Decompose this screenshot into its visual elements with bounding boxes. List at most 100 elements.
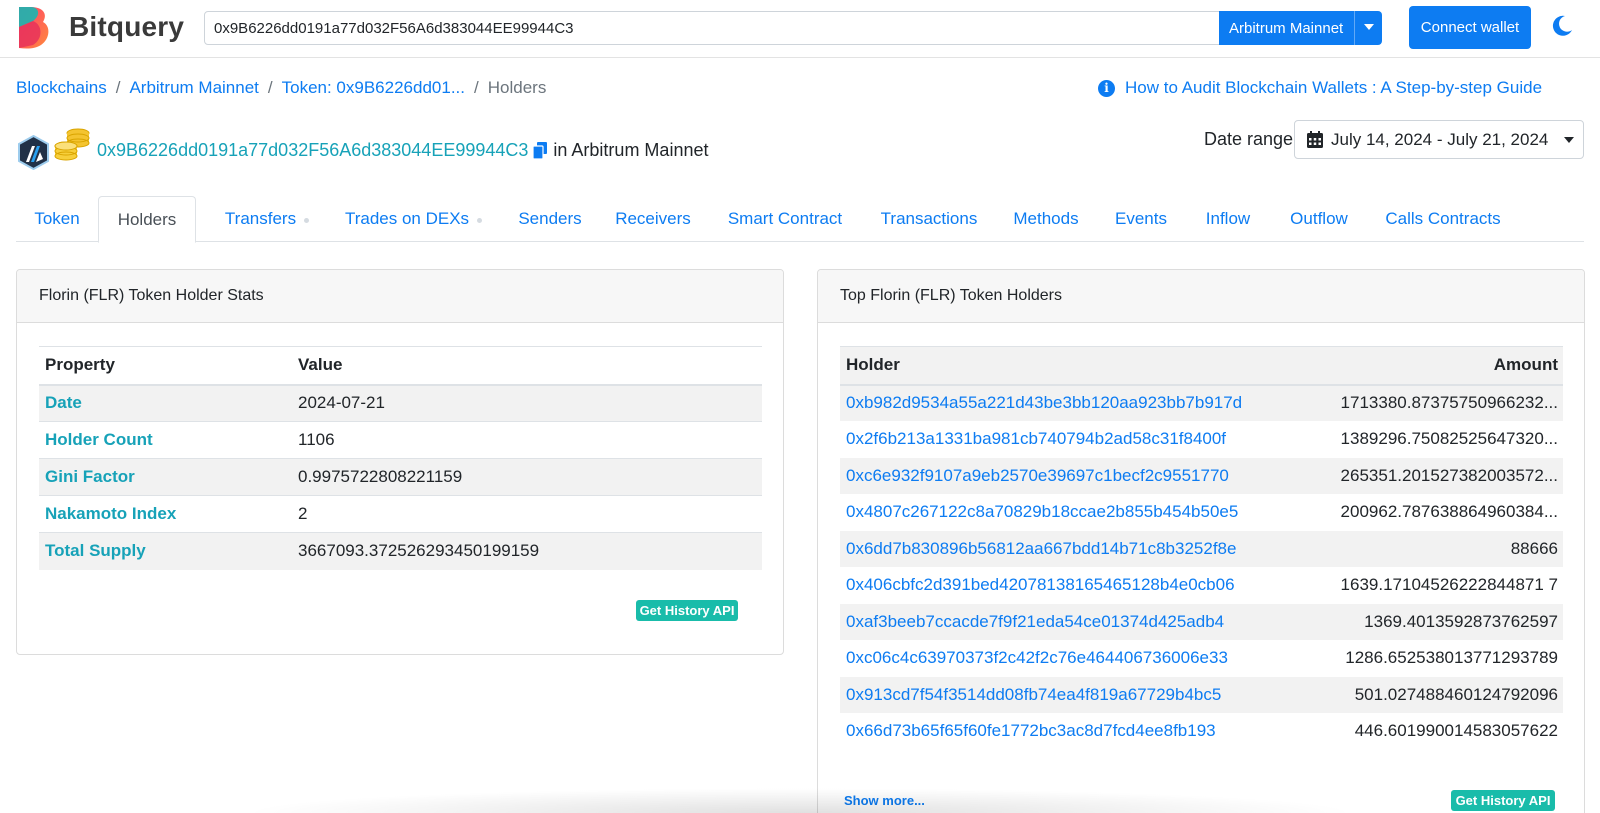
tab-inflow-label: Inflow [1205,209,1251,228]
tab-token-label: Token [34,209,80,228]
table-row: Total Supply 3667093.372526293450199159 [39,532,762,570]
holder-amount: 265351.201527382003572... [1300,457,1563,494]
copy-icon[interactable] [533,142,548,159]
audit-guide-link[interactable]: i How to Audit Blockchain Wallets : A St… [1098,78,1542,98]
table-row: 0x2f6b213a1331ba981cb740794b2ad58c31f840… [840,421,1563,458]
holder-amount: 1286.652538013771293789 [1345,648,1558,668]
table-row: 0x66d73b65f65f60fe1772bc3ac8d7fcd4ee8fb1… [840,713,1563,750]
stat-property[interactable]: Nakamoto Index [39,495,292,533]
tab-senders-label: Senders [518,209,582,228]
tab-outflow-label: Outflow [1290,209,1348,228]
top-holders-title: Top Florin (FLR) Token Holders [818,270,1584,323]
tab-token[interactable]: Token [16,196,98,242]
holder-stats-card: Florin (FLR) Token Holder Stats Property… [16,269,784,655]
tab-bar: Token Holders Transfers Trades on DEXs S… [16,196,1584,243]
holder-amount: 446.601990014583057622 [1354,721,1558,741]
arbitrum-icon [18,135,49,170]
breadcrumb: Blockchains / Arbitrum Mainnet / Token: … [16,78,546,98]
holder-amount: 1389296.75082525647320... [1340,429,1558,449]
tab-holders-label: Holders [117,209,177,229]
caret-down-icon [1564,137,1574,143]
tab-calls-contracts[interactable]: Calls Contracts [1378,196,1508,242]
loading-dot-icon [304,218,310,223]
info-icon: i [1098,79,1115,97]
table-row: Nakamoto Index 2 [39,495,762,533]
breadcrumb-current: Holders [487,78,547,97]
holder-address-link[interactable]: 0xc06c4c63970373f2c42f2c76e464406736006e… [840,640,1300,677]
tab-receivers-label: Receivers [615,209,691,228]
table-row: Holder Count 1106 [39,421,762,459]
moon-icon[interactable] [1550,14,1574,38]
table-row: 0x6dd7b830896b56812aa667bdd14b71c8b3252f… [840,530,1563,567]
stat-property[interactable]: Holder Count [39,421,292,459]
tab-events[interactable]: Events [1106,196,1176,242]
table-row: 0xc06c4c63970373f2c42f2c76e464406736006e… [840,640,1563,677]
holder-address-link[interactable]: 0xaf3beeb7ccacde7f9f21eda54ce01374d425ad… [840,603,1300,640]
holder-stats-title: Florin (FLR) Token Holder Stats [17,270,783,323]
date-range-picker[interactable]: July 14, 2024 - July 21, 2024 [1294,120,1584,159]
date-range-value: July 14, 2024 - July 21, 2024 [1331,129,1549,149]
holder-address-link[interactable]: 0x4807c267122c8a70829b18ccae2b855b454b50… [840,494,1300,531]
connect-wallet-button[interactable]: Connect wallet [1409,6,1531,49]
breadcrumb-blockchains[interactable]: Blockchains [16,78,107,98]
holder-stats-table: Property Value Date 2024-07-21 Holder Co… [39,346,762,570]
holder-address-link[interactable]: 0x6dd7b830896b56812aa667bdd14b71c8b3252f… [840,530,1300,567]
breadcrumb-separator: / [474,78,479,97]
holder-address-link[interactable]: 0x406cbfc2d391bed42078138165465128b4e0cb… [840,567,1300,604]
stat-property[interactable]: Total Supply [39,532,292,570]
tab-trades-on-dexs[interactable]: Trades on DEXs [336,196,491,242]
tab-transfers-label: Transfers [224,209,297,228]
top-holders-table: Holder Amount 0xb982d9534a55a221d43be3bb… [840,346,1563,750]
holder-address-link[interactable]: 0x913cd7f54f3514dd08fb74ea4f819a67729b4b… [840,676,1300,713]
stat-property[interactable]: Gini Factor [39,458,292,496]
holder-address-link[interactable]: 0xb982d9534a55a221d43be3bb120aa923bb7b91… [840,384,1300,421]
breadcrumb-separator: / [267,78,273,97]
tab-smart-contract[interactable]: Smart Contract [718,196,852,242]
network-select-label: Arbitrum Mainnet [1229,19,1344,37]
tab-receivers[interactable]: Receivers [608,196,698,242]
breadcrumb-token[interactable]: Token: 0x9B6226dd01... [282,78,465,98]
tab-methods[interactable]: Methods [1006,196,1086,242]
tab-holders[interactable]: Holders [98,196,196,243]
token-address[interactable]: 0x9B6226dd0191a77d032F56A6d383044EE99944… [97,140,528,161]
holder-address-link[interactable]: 0xc6e932f9107a9eb2570e39697c1becf2c95517… [840,457,1300,494]
table-row: 0x406cbfc2d391bed42078138165465128b4e0cb… [840,567,1563,604]
column-header-amount: Amount [1300,346,1563,386]
holders-get-history-api-button[interactable]: Get History API [1451,790,1555,811]
stat-value: 3667093.372526293450199159 [292,532,762,570]
token-network-suffix: in Arbitrum Mainnet [553,140,709,160]
brand-name[interactable]: Bitquery [69,11,184,43]
table-row: Date 2024-07-21 [39,384,762,422]
tab-inflow[interactable]: Inflow [1196,196,1260,242]
tab-calls-contracts-label: Calls Contracts [1385,209,1501,228]
top-header: Bitquery Arbitrum Mainnet Connect wallet [0,0,1600,58]
tab-senders[interactable]: Senders [512,196,588,242]
stats-get-history-api-button[interactable]: Get History API [636,600,738,621]
network-select-button[interactable]: Arbitrum Mainnet [1219,11,1382,45]
bitquery-logo-icon[interactable] [17,5,53,50]
column-header-property: Property [39,346,292,386]
breadcrumb-network[interactable]: Arbitrum Mainnet [129,78,258,98]
top-holders-card: Top Florin (FLR) Token Holders Holder Am… [817,269,1585,813]
tab-outflow[interactable]: Outflow [1280,196,1358,242]
stat-property[interactable]: Date [39,384,292,422]
tab-transactions[interactable]: Transactions [872,196,986,242]
holder-address-link[interactable]: 0x66d73b65f65f60fe1772bc3ac8d7fcd4ee8fb1… [840,713,1300,750]
holder-amount: 1713380.87375750966232... [1300,384,1563,421]
stat-value: 1106 [292,421,762,459]
table-row: 0x4807c267122c8a70829b18ccae2b855b454b50… [840,494,1563,531]
chevron-down-icon[interactable] [1364,24,1374,30]
holder-address-link[interactable]: 0x2f6b213a1331ba981cb740794b2ad58c31f840… [840,421,1300,458]
holder-amount: 1369.4013592873762597 [1300,603,1563,640]
search-input[interactable] [204,11,1220,45]
network-select-divider [1354,11,1355,45]
date-range-label: Date range [1204,129,1294,149]
show-more-link[interactable]: Show more... [844,793,925,808]
holder-amount: 1639.17104526222844871 7 [1340,575,1558,595]
tab-transfers[interactable]: Transfers [212,196,322,242]
tab-transactions-label: Transactions [880,209,978,228]
audit-guide-label: How to Audit Blockchain Wallets : A Step… [1125,78,1543,97]
table-row: 0xc6e932f9107a9eb2570e39697c1becf2c95517… [840,457,1563,494]
table-row: 0xb982d9534a55a221d43be3bb120aa923bb7b91… [840,384,1563,421]
tab-smart-contract-label: Smart Contract [727,209,843,228]
